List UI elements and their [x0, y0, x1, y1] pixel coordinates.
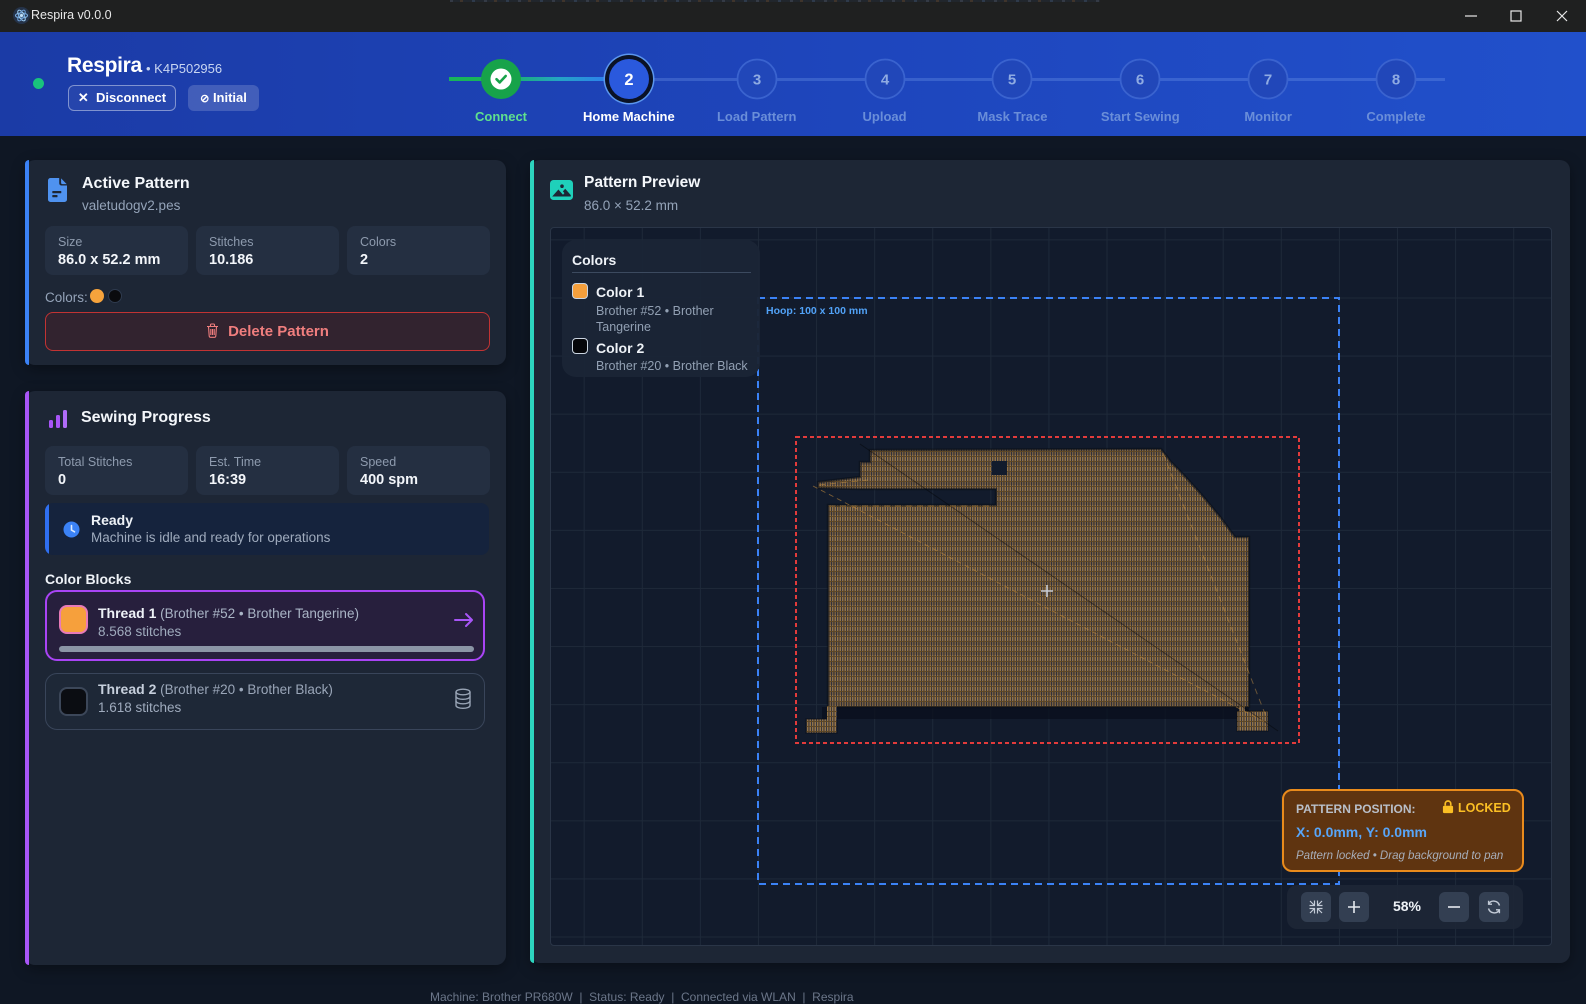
svg-text:4: 4 [880, 72, 889, 89]
svg-text:2: 2 [624, 71, 633, 89]
svg-text:3: 3 [753, 72, 761, 89]
svg-text:5: 5 [1008, 72, 1016, 89]
svg-text:6: 6 [1136, 72, 1144, 89]
svg-text:8: 8 [1392, 72, 1400, 89]
svg-text:7: 7 [1264, 72, 1272, 89]
